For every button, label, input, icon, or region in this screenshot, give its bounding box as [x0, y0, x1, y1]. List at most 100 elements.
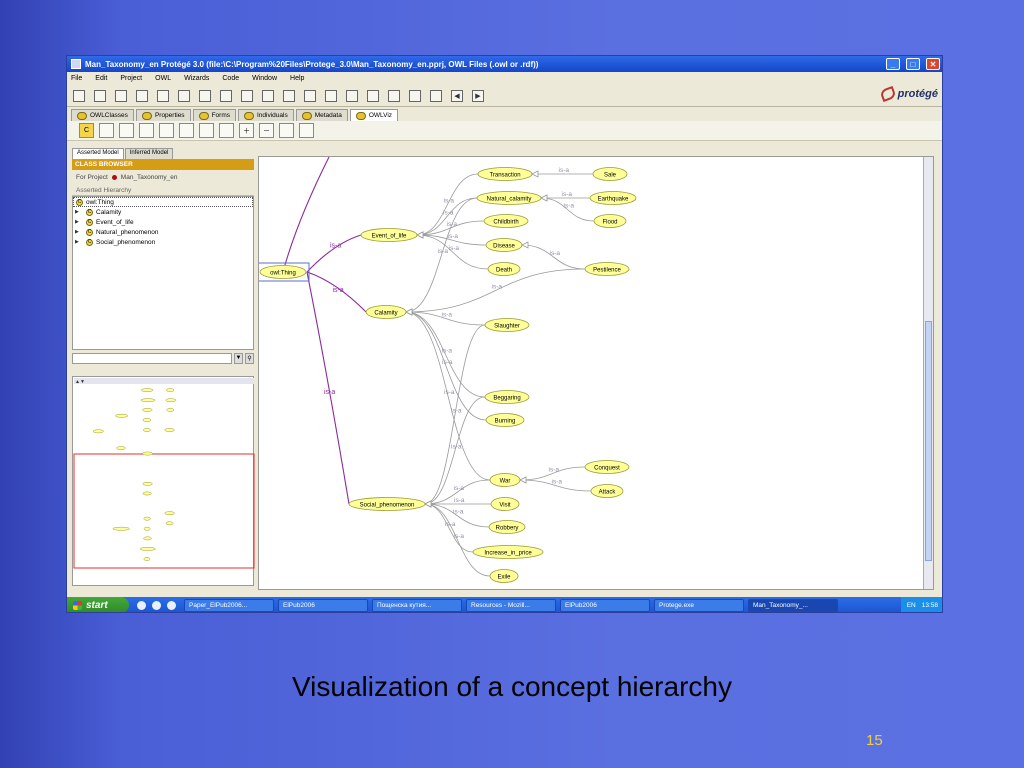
hierarchy-graph[interactable]: is-ais-ais-ais-ais-ais-ais-ais-ais-ais-a…	[256, 156, 923, 589]
hide-class-icon[interactable]	[159, 123, 174, 138]
minimize-button[interactable]: _	[886, 58, 900, 70]
tab-owlviz[interactable]: OWLViz	[349, 109, 399, 121]
tree-node[interactable]: ▶ C Calamity	[73, 207, 253, 217]
properties-icon	[141, 111, 152, 120]
vertical-scrollbar[interactable]	[923, 157, 933, 589]
expand-arrow-icon[interactable]: ▶	[75, 229, 83, 235]
node-label: Robbery	[496, 525, 519, 531]
menu-owl[interactable]: OWL	[155, 75, 171, 82]
zoom-in-icon[interactable]: ＋	[239, 123, 254, 138]
tab-owlclasses[interactable]: OWLClasses	[71, 109, 134, 121]
expand-arrow-icon[interactable]: ▶	[75, 219, 83, 225]
scrollbar-thumb[interactable]	[925, 321, 932, 561]
show-superclasses-icon[interactable]	[119, 123, 134, 138]
tab-metadata[interactable]: Metadata	[295, 109, 348, 121]
show-class-icon[interactable]: C	[79, 123, 94, 138]
tab-properties[interactable]: Properties	[135, 109, 191, 121]
graph-canvas[interactable]: is-a is-a is-a is-a is-a is-a is-a is-a is-a is-a…	[256, 156, 934, 590]
window-titlebar[interactable]: Man_Taxonomy_en Protégé 3.0 (file:\C:\Pr…	[67, 56, 942, 72]
tree-node[interactable]: ▶ C Natural_phenomenon	[73, 227, 253, 237]
taskbar-item[interactable]: ElPub2006	[560, 598, 650, 612]
diamond-icon[interactable]	[346, 89, 358, 102]
tab-inferred-model[interactable]: Inferred Model	[124, 148, 174, 159]
root-edge	[306, 271, 350, 505]
overview-node	[139, 547, 156, 551]
overview-node	[142, 491, 152, 496]
root-edge	[306, 234, 362, 273]
tab-forms[interactable]: Forms	[192, 109, 236, 121]
export-icon[interactable]	[199, 89, 211, 102]
menu-project[interactable]: Project	[120, 75, 142, 82]
start-button[interactable]: start	[67, 597, 129, 612]
paste-icon[interactable]	[178, 89, 190, 102]
isa-edge	[540, 197, 595, 222]
search-dropdown-icon[interactable]: ▼	[234, 352, 243, 364]
menu-code[interactable]: Code	[222, 75, 239, 82]
classify-icon[interactable]	[304, 89, 316, 102]
overview-svg: ▲▼	[73, 378, 255, 569]
show-subclasses-icon[interactable]	[99, 123, 114, 138]
taskbar: start Paper_ElPub2006... ElPub2006 Пощен…	[67, 597, 942, 612]
tree-node[interactable]: ▶ C Social_phenomenon	[73, 237, 253, 247]
edge-label: is-a	[454, 497, 465, 504]
export-image-icon[interactable]	[279, 123, 294, 138]
taskbar-item-active[interactable]: Man_Taxonomy_...	[748, 598, 838, 612]
hide-subclasses-icon[interactable]	[179, 123, 194, 138]
tab-asserted-model[interactable]: Asserted Model	[72, 148, 124, 159]
menu-edit[interactable]: Edit	[95, 75, 107, 82]
zoom-out-icon[interactable]: －	[259, 123, 274, 138]
run-icon[interactable]	[388, 89, 400, 102]
browser-icon[interactable]	[137, 600, 146, 610]
show-class-distance-icon[interactable]	[139, 123, 154, 138]
options-icon[interactable]	[299, 123, 314, 138]
overview-scrollbar[interactable]	[74, 378, 254, 384]
query-icon[interactable]	[283, 89, 295, 102]
menu-wizards[interactable]: Wizards	[184, 75, 209, 82]
language-indicator[interactable]: EN	[907, 602, 916, 609]
redo-icon[interactable]	[262, 89, 274, 102]
root-edge	[284, 156, 330, 266]
new-project-icon[interactable]	[73, 89, 85, 102]
desktop-icon[interactable]	[167, 600, 176, 610]
open-project-icon[interactable]	[94, 89, 106, 102]
layout-icon[interactable]	[219, 123, 234, 138]
edge-label: is-a	[564, 203, 575, 210]
back-icon[interactable]: ◀	[451, 89, 463, 102]
grid-icon[interactable]	[430, 89, 442, 102]
undo-icon[interactable]	[241, 89, 253, 102]
rdf-icon[interactable]	[367, 89, 379, 102]
asserted-hierarchy-label: Asserted Hierarchy	[72, 184, 254, 196]
save-project-icon[interactable]	[115, 89, 127, 102]
copy-icon[interactable]	[157, 89, 169, 102]
graph-overview[interactable]: ▲▼	[72, 376, 255, 586]
taskbar-item[interactable]: Пощенска кутия...	[372, 598, 462, 612]
tree-node[interactable]: ▶ C Event_of_life	[73, 217, 253, 227]
hide-all-icon[interactable]	[199, 123, 214, 138]
close-button[interactable]: ✕	[926, 58, 940, 70]
expand-arrow-icon[interactable]: ▶	[75, 239, 83, 245]
forward-icon[interactable]: ▶	[472, 89, 484, 102]
taskbar-item[interactable]: Protege.exe	[654, 598, 744, 612]
node-label: Pestilence	[593, 267, 621, 273]
taskbar-item[interactable]: Paper_ElPub2006...	[184, 598, 274, 612]
taskbar-item[interactable]: Resources - Mozill...	[466, 598, 556, 612]
outlook-icon[interactable]	[152, 600, 161, 610]
expand-arrow-icon[interactable]: ▶	[75, 209, 83, 215]
cut-icon[interactable]	[136, 89, 148, 102]
menu-window[interactable]: Window	[252, 75, 277, 82]
maximize-button[interactable]: □	[906, 58, 920, 70]
form-icon[interactable]	[409, 89, 421, 102]
overview-node	[143, 428, 151, 432]
import-icon[interactable]	[220, 89, 232, 102]
edge-label: is-a	[451, 408, 462, 415]
overview-node	[164, 511, 175, 516]
taskbar-item[interactable]: ElPub2006	[278, 598, 368, 612]
overview-viewport[interactable]	[73, 453, 255, 569]
class-search-input[interactable]	[72, 352, 232, 364]
menu-file[interactable]: File	[71, 75, 82, 82]
tree-node-root[interactable]: Cowl:Thing	[73, 197, 253, 207]
menu-help[interactable]: Help	[290, 75, 304, 82]
find-icon[interactable]: ⚲	[245, 352, 254, 364]
tab-individuals[interactable]: Individuals	[237, 109, 294, 121]
check-consistency-icon[interactable]	[325, 89, 337, 102]
